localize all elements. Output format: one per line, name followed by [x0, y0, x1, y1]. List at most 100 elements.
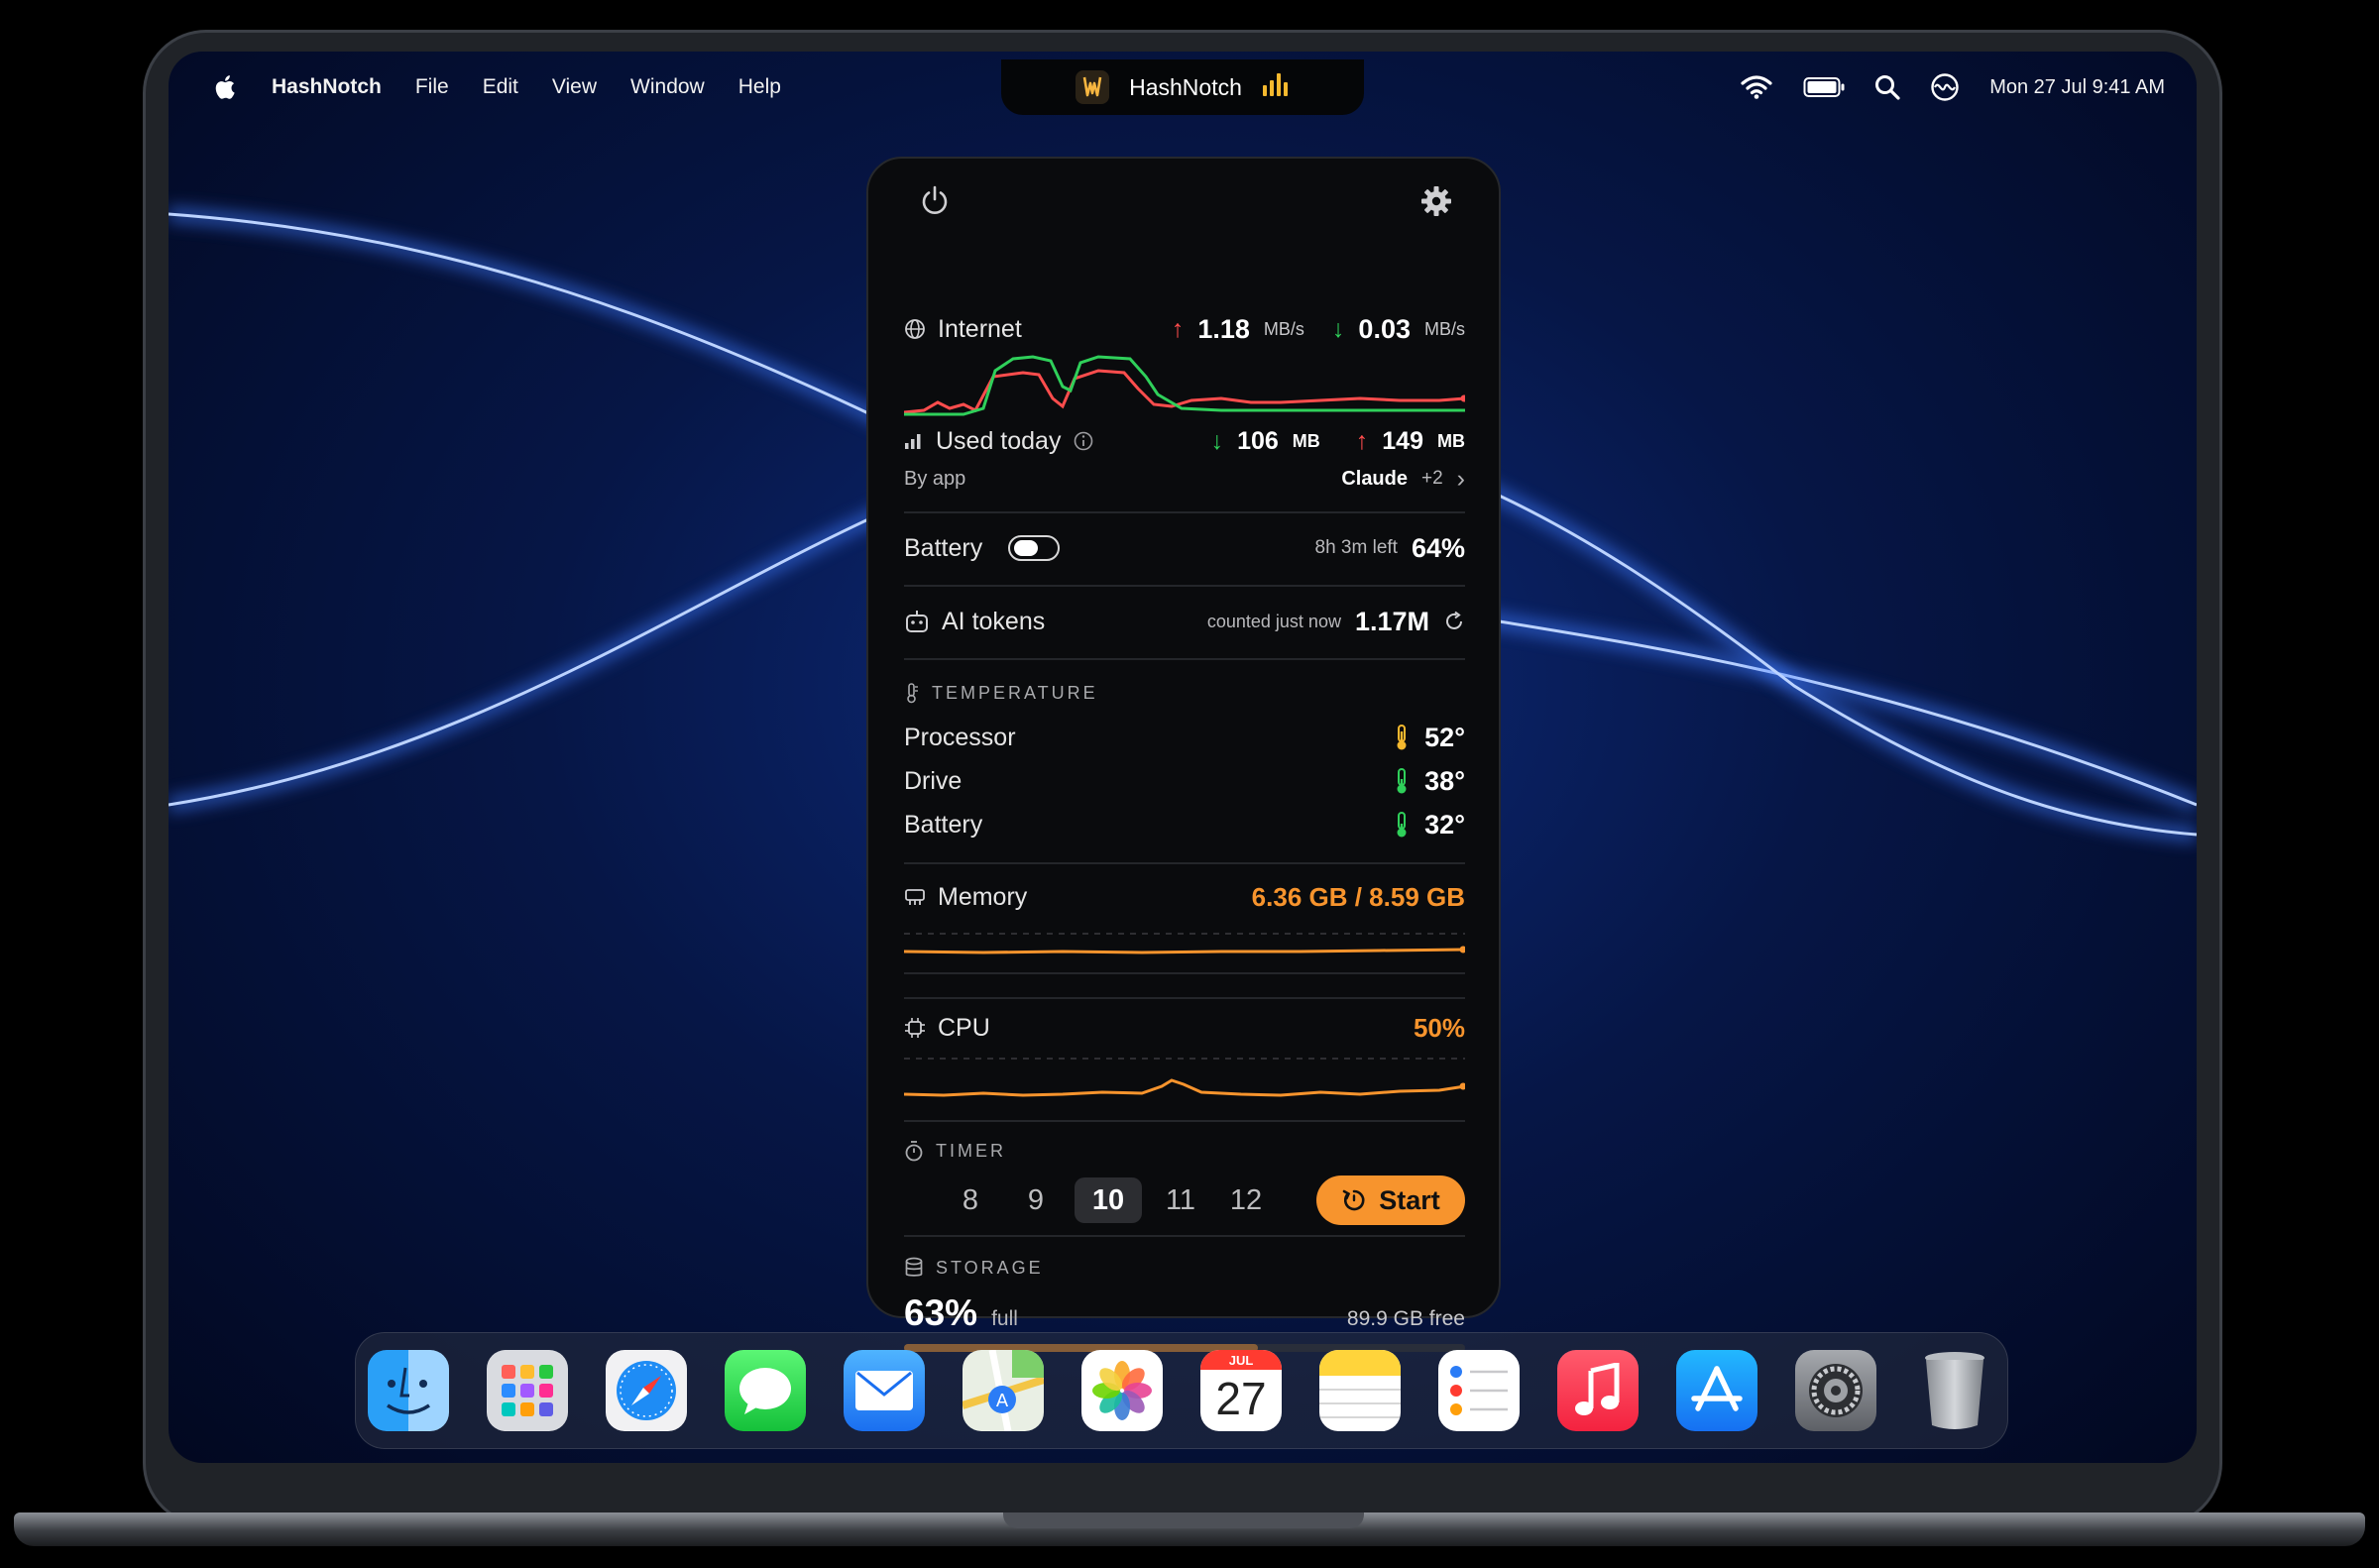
- activity-bars-icon: [1262, 71, 1290, 103]
- timer-option-9[interactable]: 9: [1009, 1177, 1063, 1223]
- stopwatch-icon: [905, 1141, 923, 1162]
- robot-icon: [906, 611, 928, 632]
- internet-label: Internet: [904, 315, 1022, 344]
- photos-icon[interactable]: [1081, 1350, 1163, 1431]
- calendar-day: 27: [1215, 1373, 1267, 1424]
- memory-graph: [904, 933, 1465, 974]
- stage: HashNotch File Edit View Window Help Mon…: [0, 0, 2379, 1568]
- siri-icon[interactable]: [1930, 72, 1960, 102]
- by-app-label: By app: [904, 467, 966, 490]
- chevron-right-icon[interactable]: ›: [1457, 465, 1465, 494]
- thermometer-icon: [1397, 725, 1407, 750]
- menu-window[interactable]: Window: [630, 75, 705, 99]
- used-today-label: Used today: [936, 426, 1062, 455]
- ai-tokens-value: 1.17M: [1354, 606, 1429, 636]
- music-icon[interactable]: [1557, 1350, 1639, 1431]
- ai-tokens-status: counted just now: [1206, 611, 1341, 631]
- hashnotch-panel: Internet ↑ 1.18 MB/s ↓ 0.03 MB/s Used to…: [866, 157, 1501, 1352]
- memory-chip-icon: [905, 889, 925, 905]
- divider: [904, 511, 1465, 513]
- timer-option-12[interactable]: 12: [1219, 1177, 1273, 1223]
- timer-start-button[interactable]: Start: [1316, 1176, 1465, 1225]
- battery-toggle[interactable]: [1008, 535, 1061, 561]
- reminders-icon[interactable]: [1438, 1350, 1520, 1431]
- upload-arrow-icon: ↑: [1171, 314, 1185, 343]
- used-down-arrow-icon: ↓: [1210, 426, 1224, 455]
- download-speed: 0.03: [1358, 313, 1411, 344]
- temp-row-battery: Battery 32°: [904, 805, 1465, 844]
- timer-option-11[interactable]: 11: [1154, 1177, 1207, 1223]
- launchpad-icon[interactable]: [487, 1350, 568, 1431]
- hashnotch-notch[interactable]: HashNotch: [1001, 59, 1364, 115]
- temp-value: 38°: [1424, 765, 1465, 796]
- timer-options: 8 9 10 11 12: [944, 1177, 1273, 1223]
- timer-option-8[interactable]: 8: [944, 1177, 997, 1223]
- menu-view[interactable]: View: [552, 75, 597, 99]
- download-arrow-icon: ↓: [1331, 314, 1345, 343]
- desktop-screen: HashNotch File Edit View Window Help Mon…: [169, 52, 2197, 1463]
- ai-tokens-row: AI tokens counted just now 1.17M: [904, 601, 1465, 642]
- by-app-row[interactable]: By app Claude +2 ›: [904, 462, 1465, 496]
- apple-menu-icon[interactable]: [212, 72, 238, 102]
- messages-icon[interactable]: [725, 1350, 806, 1431]
- divider: [904, 658, 1465, 660]
- temperature-header: TEMPERATURE: [904, 678, 1465, 708]
- download-unit: MB/s: [1423, 318, 1465, 339]
- more-apps-count: +2: [1421, 468, 1443, 489]
- used-today-row: Used today ↓ 106 MB ↑ 149 MB: [904, 422, 1465, 460]
- thermometer-icon: [1397, 812, 1407, 838]
- temp-row-drive: Drive 38°: [904, 761, 1465, 801]
- cpu-graph: [904, 1058, 1465, 1097]
- timer-header: TIMER: [904, 1136, 1465, 1166]
- used-upload: 149: [1382, 426, 1423, 455]
- battery-label: Battery: [904, 533, 983, 562]
- system-settings-icon[interactable]: [1795, 1350, 1876, 1431]
- timer-row: 8 9 10 11 12 Start: [904, 1174, 1465, 1227]
- menu-file[interactable]: File: [415, 75, 449, 99]
- cpu-value: 50%: [1413, 1012, 1465, 1043]
- menu-help[interactable]: Help: [738, 75, 781, 99]
- network-graph: [904, 355, 1465, 416]
- calendar-month: JUL: [1200, 1350, 1282, 1370]
- gear-icon[interactable]: [1419, 184, 1453, 225]
- calendar-icon[interactable]: JUL 27: [1200, 1350, 1282, 1431]
- spotlight-search-icon[interactable]: [1874, 74, 1900, 100]
- timer-restart-icon: [1342, 1189, 1365, 1211]
- wifi-icon[interactable]: [1740, 74, 1773, 100]
- battery-time-left: 8h 3m left: [1314, 537, 1398, 558]
- info-icon[interactable]: [1073, 430, 1094, 452]
- menubar-battery-icon[interactable]: [1803, 76, 1845, 98]
- divider: [904, 862, 1465, 864]
- safari-icon[interactable]: [606, 1350, 687, 1431]
- refresh-icon[interactable]: [1443, 611, 1465, 632]
- signal-bars-icon: [905, 434, 921, 449]
- memory-label: Memory: [938, 882, 1028, 911]
- trash-icon[interactable]: [1914, 1350, 1995, 1431]
- used-up-arrow-icon: ↑: [1355, 426, 1369, 455]
- globe-icon: [905, 319, 925, 339]
- mail-icon[interactable]: [844, 1350, 925, 1431]
- hashnotch-logo-icon: [1076, 70, 1110, 104]
- app-store-icon[interactable]: [1676, 1350, 1757, 1431]
- menubar-clock[interactable]: Mon 27 Jul 9:41 AM: [1989, 76, 2165, 99]
- power-icon[interactable]: [918, 184, 952, 225]
- temp-label: Battery: [904, 810, 983, 839]
- timer-option-10-selected[interactable]: 10: [1075, 1177, 1142, 1223]
- memory-value: 6.36 GB / 8.59 GB: [1251, 881, 1465, 912]
- divider: [904, 1120, 1465, 1122]
- temp-label: Drive: [904, 766, 963, 795]
- maps-icon[interactable]: A: [963, 1350, 1044, 1431]
- notes-icon[interactable]: [1319, 1350, 1401, 1431]
- start-label: Start: [1379, 1184, 1440, 1215]
- used-download: 106: [1237, 426, 1279, 455]
- database-icon: [905, 1257, 923, 1277]
- internet-row: Internet ↑ 1.18 MB/s ↓ 0.03 MB/s: [904, 309, 1465, 349]
- storage-percent: 63%: [904, 1292, 978, 1333]
- finder-icon[interactable]: [368, 1350, 449, 1431]
- menu-edit[interactable]: Edit: [483, 75, 518, 99]
- battery-percent: 64%: [1411, 532, 1465, 563]
- notch-title: HashNotch: [1129, 73, 1242, 100]
- menu-app-name[interactable]: HashNotch: [272, 75, 382, 99]
- memory-row: Memory 6.36 GB / 8.59 GB: [904, 876, 1465, 918]
- temp-value: 32°: [1424, 809, 1465, 840]
